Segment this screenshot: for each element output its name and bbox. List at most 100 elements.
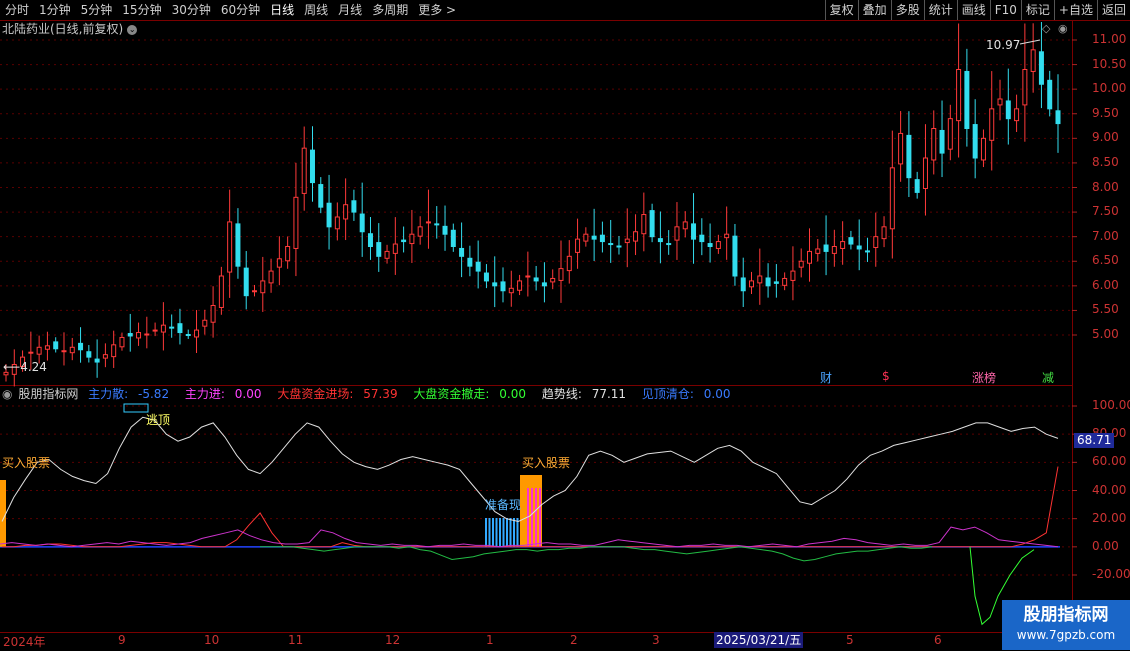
candle-down — [699, 234, 705, 243]
candle-down — [666, 243, 672, 246]
candle-up — [1022, 69, 1028, 106]
settings-icon[interactable]: ◉ — [2, 387, 12, 401]
date-axis — [0, 632, 1130, 651]
candle-up — [102, 354, 108, 359]
x-label-11: 11 — [288, 633, 304, 647]
candle-up — [989, 108, 995, 141]
field-trend: 趋势线: 77.11 — [541, 387, 627, 401]
prepare-bar — [492, 518, 494, 547]
candle-down — [591, 235, 597, 240]
candle-down — [450, 229, 456, 247]
candle-up — [44, 345, 50, 350]
high-arrow-line — [1019, 39, 1041, 45]
field-main-in: 主力进: 0.00 — [184, 387, 262, 401]
indicator-tick-label: 20.00 — [1092, 510, 1127, 525]
event-tag-gain-list[interactable]: 涨榜 — [972, 369, 996, 386]
buy-signal-2: 买入股票 — [522, 456, 571, 470]
candle-up — [417, 226, 423, 237]
candle-up — [210, 305, 216, 323]
candle-down — [53, 341, 59, 350]
candle-up — [425, 221, 431, 224]
candle-down — [459, 247, 465, 257]
field-market-out: 大盘资金撤走: 0.00 — [413, 387, 526, 401]
candle-up — [898, 132, 904, 165]
candle-up — [525, 275, 531, 278]
candle-down — [599, 234, 605, 243]
event-tag-dollar[interactable]: $ — [882, 369, 890, 383]
candle-up — [517, 280, 523, 291]
indicator-tick-label: 0.00 — [1092, 538, 1119, 553]
indicator-name[interactable]: 股朋指标网 — [18, 387, 78, 401]
candle-down — [326, 202, 332, 228]
buy-signal-stripe — [539, 488, 541, 547]
x-label-2024: 2024年 — [3, 635, 46, 649]
x-label-2: 2 — [570, 633, 578, 647]
candle-down — [848, 237, 854, 245]
candle-up — [550, 277, 556, 283]
candle-down — [235, 223, 241, 267]
candle-up — [682, 221, 688, 230]
prepare-bar — [485, 518, 487, 547]
price-tick-label: 10.50 — [1092, 56, 1127, 71]
chart-canvas[interactable] — [0, 0, 1130, 650]
candle-up — [69, 346, 75, 354]
candle-down — [127, 333, 133, 337]
price-tick-label: 6.00 — [1092, 277, 1119, 292]
candle-up — [749, 280, 755, 288]
event-tag-reduce[interactable]: 减 — [1042, 369, 1054, 386]
candle-up — [293, 196, 299, 249]
candle-up — [227, 221, 233, 273]
field-market-in: 大盘资金进场: 57.39 — [277, 387, 398, 401]
price-tick-label: 5.00 — [1092, 327, 1119, 341]
prepare-bar — [506, 518, 508, 547]
candle-up — [757, 275, 763, 284]
candle-up — [873, 236, 879, 248]
escape-top-signal: 逃顶 — [146, 413, 171, 427]
cursor-date: 2025/03/21/五 — [714, 632, 804, 648]
candle-up — [160, 324, 166, 333]
indicator-title: ◉ 股朋指标网 主力散: -5.82 主力进: 0.00 大盘资金进场: 57.… — [2, 386, 742, 402]
candle-up — [815, 248, 821, 254]
candle-up — [119, 336, 125, 348]
candle-up — [343, 204, 349, 220]
x-label-3: 3 — [652, 633, 660, 647]
candle-up — [922, 157, 928, 189]
candle-down — [914, 179, 920, 193]
candle-up — [252, 290, 258, 293]
candle-down — [616, 245, 622, 248]
x-label-6: 6 — [934, 633, 942, 647]
event-tag-finance[interactable]: 财 — [820, 369, 832, 386]
candle-down — [492, 282, 498, 287]
candle-down — [608, 243, 614, 246]
candle-up — [674, 226, 680, 241]
watermark-url: www.7gpzb.com — [1016, 628, 1116, 642]
price-tick-label: 8.50 — [1092, 154, 1119, 169]
main-out-line — [260, 546, 933, 562]
candle-up — [61, 350, 67, 353]
candle-up — [881, 226, 887, 240]
candle-up — [790, 270, 796, 281]
price-low-value: 4.24 — [20, 360, 47, 374]
candle-up — [633, 231, 639, 242]
current-value-badge: 68.71 — [1074, 433, 1115, 448]
candle-up — [136, 332, 142, 339]
buy-signal-stripe — [531, 488, 533, 547]
candle-up — [285, 246, 291, 262]
prepare-bar — [499, 518, 501, 547]
candle-down — [169, 326, 175, 329]
candle-up — [624, 238, 630, 244]
candle-up — [1030, 49, 1036, 72]
field-top-clear: 见顶清仓: 0.00 — [641, 387, 731, 401]
candle-down — [1055, 110, 1061, 125]
price-tick-label: 9.50 — [1092, 105, 1119, 120]
price-tick-label: 5.50 — [1092, 302, 1119, 317]
candle-down — [467, 257, 473, 267]
candle-down — [376, 242, 382, 257]
candle-down — [367, 233, 373, 247]
x-label-1: 1 — [486, 633, 494, 647]
price-tick-label: 7.50 — [1092, 204, 1119, 219]
price-tick-label: 11.00 — [1092, 32, 1127, 46]
candle-up — [28, 351, 34, 354]
candle-down — [1047, 79, 1053, 110]
candle-down — [243, 267, 249, 297]
